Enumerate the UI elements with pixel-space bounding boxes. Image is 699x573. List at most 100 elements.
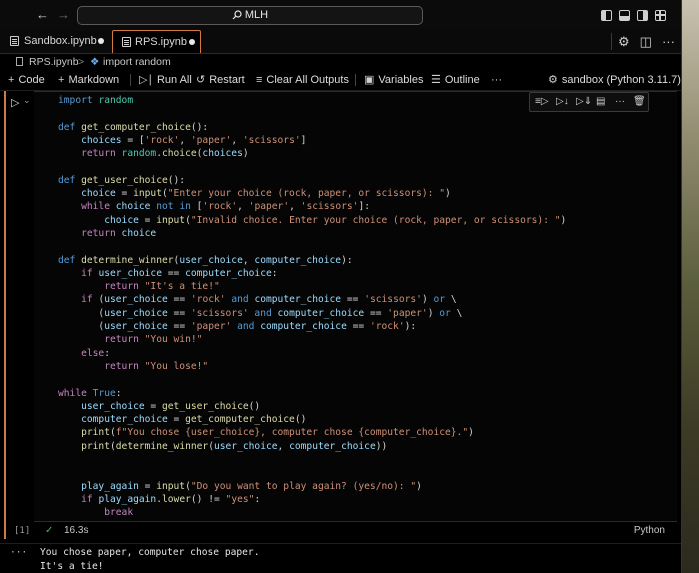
breadcrumb-separator: > — [78, 56, 85, 68]
toggle-panel-icon[interactable] — [619, 10, 630, 21]
code-line[interactable]: return choice — [58, 227, 566, 240]
code-line[interactable]: (user_choice == 'scissors' and computer_… — [58, 307, 566, 320]
restart-label: Restart — [209, 74, 245, 86]
code-line[interactable]: return "You lose!" — [58, 360, 566, 373]
layout-controls — [601, 8, 673, 26]
code-line[interactable]: break — [58, 506, 566, 519]
code-line[interactable]: if user_choice == computer_choice: — [58, 267, 566, 280]
split-cell-icon[interactable]: ▤ — [596, 93, 605, 111]
desktop-wallpaper — [679, 0, 699, 573]
code-line[interactable]: return "It's a tie!" — [58, 280, 566, 293]
command-center[interactable]: MLH — [77, 6, 423, 25]
code-cell-icon: ❖ — [90, 56, 100, 68]
code-line[interactable]: ​ — [58, 107, 566, 120]
code-line[interactable]: def get_user_choice(): — [58, 174, 566, 187]
code-line[interactable]: ​ — [58, 453, 566, 466]
search-icon — [232, 10, 242, 20]
tab-sandbox[interactable]: Sandbox.ipynb — [0, 30, 110, 53]
execution-time: 16.3s — [64, 525, 89, 536]
code-line[interactable]: if (user_choice == 'rock' and computer_c… — [58, 293, 566, 306]
run-all-button[interactable]: ▷∣ Run All — [139, 70, 192, 90]
command-center-label: MLH — [244, 9, 269, 21]
unsaved-dot-icon[interactable] — [98, 38, 104, 44]
code-line[interactable]: user_choice = get_user_choice() — [58, 400, 566, 413]
code-line[interactable]: return random.choice(choices) — [58, 147, 566, 160]
breadcrumb-file[interactable]: RPS.ipynb — [29, 54, 79, 70]
outline-icon: ☰ — [431, 74, 441, 86]
code-content[interactable]: import random​def get_computer_choice():… — [58, 94, 566, 520]
code-line[interactable]: def get_computer_choice(): — [58, 121, 566, 134]
code-line[interactable]: ​ — [58, 240, 566, 253]
code-line[interactable]: def determine_winner(user_choice, comput… — [58, 254, 566, 267]
outline-label: Outline — [444, 74, 480, 86]
toggle-secondary-sidebar-icon[interactable] — [637, 10, 648, 21]
clear-all-outputs-button[interactable]: ≡ Clear All Outputs — [256, 70, 349, 90]
more-icon[interactable]: ··· — [615, 93, 625, 111]
variables-icon: ▣ — [364, 74, 375, 86]
code-line[interactable]: import random — [58, 94, 566, 107]
split-editor-icon[interactable]: ◫ — [640, 34, 652, 49]
code-line[interactable]: play_again = input("Do you want to play … — [58, 480, 566, 493]
back-arrow-icon[interactable]: ← — [36, 7, 49, 22]
clear-all-outputs-label: Clear All Outputs — [266, 74, 349, 86]
execute-and-below-icon[interactable]: ▷⇓ — [576, 93, 592, 111]
execution-count: [1] — [14, 526, 31, 536]
code-line[interactable]: while choice not in ['rock', 'paper', 's… — [58, 200, 566, 213]
trash-icon[interactable]: 🗑 — [633, 93, 646, 111]
breadcrumb: RPS.ipynb > ❖ import random — [0, 54, 681, 70]
code-line[interactable]: return "You win!" — [58, 333, 566, 346]
breadcrumb-cell[interactable]: import random — [103, 54, 171, 70]
notebook-toolbar: + Code + Markdown ▷∣ Run All ↺ Restart ≡ Clea… — [0, 70, 681, 91]
code-line[interactable]: choice = input("Enter your choice (rock,… — [58, 187, 566, 200]
customize-layout-icon[interactable] — [655, 10, 666, 21]
cell-language[interactable]: Python — [634, 523, 665, 539]
editor-actions: ⚙ ◫ ··· — [618, 34, 681, 50]
tab-label: RPS.ipynb — [135, 36, 187, 48]
output-actions-icon[interactable]: ··· — [10, 546, 27, 560]
gear-icon[interactable]: ⚙ — [618, 34, 630, 49]
code-line[interactable]: if play_again.lower() != "yes": — [58, 493, 566, 506]
forward-arrow-icon[interactable]: → — [57, 7, 70, 22]
toggle-primary-sidebar-icon[interactable] — [601, 10, 612, 21]
add-code-button[interactable]: + Code — [8, 70, 45, 90]
code-line[interactable]: print(determine_winner(user_choice, comp… — [58, 440, 566, 453]
variables-button[interactable]: ▣ Variables — [364, 70, 423, 90]
unsaved-dot-icon[interactable] — [189, 39, 195, 45]
chevron-down-icon[interactable]: ⌄ — [23, 95, 31, 106]
code-line[interactable]: computer_choice = get_computer_choice() — [58, 413, 566, 426]
kernel-picker[interactable]: ⚙ sandbox (Python 3.11.7) — [548, 70, 681, 90]
code-line[interactable]: while True: — [58, 387, 566, 400]
code-line[interactable]: ​ — [58, 160, 566, 173]
restart-icon: ↺ — [196, 74, 206, 86]
code-line[interactable]: ​ — [58, 373, 566, 386]
run-all-icon: ▷∣ — [139, 74, 153, 86]
outline-button[interactable]: ☰ Outline — [431, 70, 480, 90]
cell-output: ··· You chose paper, computer chose pape… — [0, 543, 681, 573]
plus-icon: + — [58, 74, 65, 86]
code-line[interactable]: print(f"You chose {user_choice}, compute… — [58, 426, 566, 439]
code-line[interactable]: choice = input("Invalid choice. Enter yo… — [58, 214, 566, 227]
clear-all-icon: ≡ — [256, 74, 263, 86]
output-text: You chose paper, computer chose paper. It… — [40, 546, 260, 573]
code-line[interactable]: (user_choice == 'paper' and computer_cho… — [58, 320, 566, 333]
play-icon[interactable]: ▷ — [11, 96, 19, 109]
tab-rps[interactable]: RPS.ipynb — [112, 30, 201, 53]
code-line[interactable]: choices = ['rock', 'paper', 'scissors'] — [58, 134, 566, 147]
restart-button[interactable]: ↺ Restart — [196, 70, 245, 90]
add-code-label: Code — [18, 74, 45, 86]
tab-label: Sandbox.ipynb — [24, 35, 97, 47]
divider — [355, 74, 356, 86]
add-markdown-button[interactable]: + Markdown — [58, 70, 119, 90]
run-all-label: Run All — [156, 74, 192, 86]
code-line[interactable]: ​ — [58, 466, 566, 479]
more-toolbar-button[interactable]: ··· — [491, 70, 502, 90]
kernel-icon: ⚙ — [548, 74, 558, 86]
divider — [611, 33, 612, 50]
more-actions-icon[interactable]: ··· — [662, 34, 675, 49]
code-line[interactable]: else: — [58, 347, 566, 360]
output-line: You chose paper, computer chose paper. — [40, 547, 260, 558]
check-icon: ✓ — [45, 525, 54, 536]
add-markdown-label: Markdown — [68, 74, 120, 86]
notebook-icon — [122, 37, 131, 47]
editor-tab-bar: Sandbox.ipynb RPS.ipynb ⚙ ◫ ··· — [0, 30, 681, 54]
